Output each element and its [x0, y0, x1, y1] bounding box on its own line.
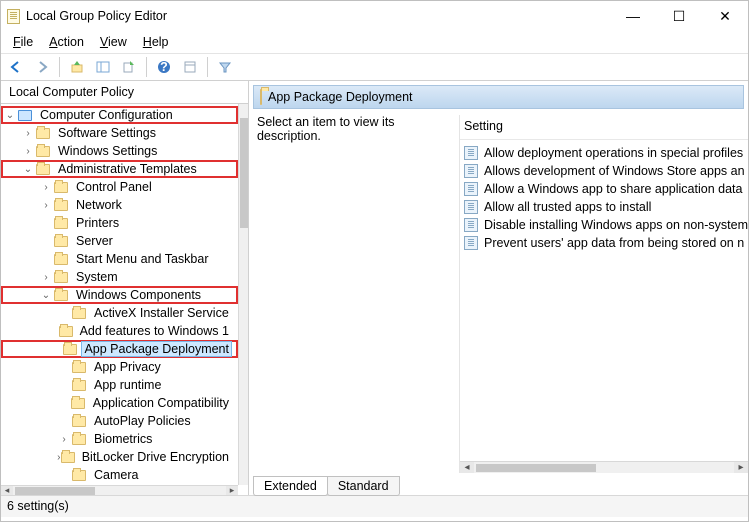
list-horizontal-scrollbar[interactable]: ◂▸	[460, 461, 748, 473]
folder-icon	[59, 324, 73, 338]
details-title: App Package Deployment	[268, 90, 413, 104]
folder-icon	[260, 90, 262, 104]
tab-extended[interactable]: Extended	[253, 476, 328, 496]
tree[interactable]: Computer Configuration Software Settings…	[1, 104, 238, 485]
properties-button[interactable]	[179, 56, 201, 78]
node-bitlocker[interactable]: BitLocker Drive Encryption	[79, 449, 232, 465]
folder-icon	[71, 432, 87, 446]
status-bar: 6 setting(s)	[1, 495, 748, 517]
node-software-settings[interactable]: Software Settings	[55, 125, 159, 141]
folder-icon	[71, 378, 87, 392]
node-autoplay-policies[interactable]: AutoPlay Policies	[91, 413, 194, 429]
back-button[interactable]	[5, 56, 27, 78]
setting-item[interactable]: Prevent users' app data from being store…	[460, 234, 748, 252]
folder-icon	[71, 414, 87, 428]
close-button[interactable]: ✕	[702, 1, 748, 31]
folder-icon	[71, 306, 87, 320]
tree-vertical-scrollbar[interactable]	[238, 104, 248, 485]
node-server[interactable]: Server	[73, 233, 116, 249]
window-controls: — ☐ ✕	[610, 1, 748, 31]
column-header-setting[interactable]: Setting	[460, 115, 748, 140]
folder-icon	[53, 252, 69, 266]
node-control-panel[interactable]: Control Panel	[73, 179, 155, 195]
menu-action[interactable]: Action	[43, 33, 90, 51]
menu-view[interactable]: View	[94, 33, 133, 51]
tree-root-label: Local Computer Policy	[1, 81, 248, 104]
node-windows-settings[interactable]: Windows Settings	[55, 143, 160, 159]
node-add-features[interactable]: Add features to Windows 1	[77, 323, 232, 339]
app-icon	[7, 9, 20, 24]
folder-icon	[63, 342, 77, 356]
policy-icon	[464, 200, 478, 214]
folder-icon	[53, 234, 69, 248]
node-app-runtime[interactable]: App runtime	[91, 377, 164, 393]
node-administrative-templates[interactable]: Administrative Templates	[55, 161, 200, 177]
node-windows-components[interactable]: Windows Components	[73, 287, 204, 303]
policy-icon	[464, 236, 478, 250]
policy-icon	[464, 218, 478, 232]
svg-text:?: ?	[160, 60, 168, 74]
node-system[interactable]: System	[73, 269, 121, 285]
description-prompt: Select an item to view its description.	[257, 115, 451, 143]
policy-icon	[464, 164, 478, 178]
folder-icon	[35, 126, 51, 140]
maximize-button[interactable]: ☐	[656, 1, 702, 31]
view-tabs: Extended Standard	[249, 473, 748, 495]
folder-icon	[35, 144, 51, 158]
folder-icon	[71, 360, 87, 374]
folder-icon	[53, 270, 69, 284]
setting-item[interactable]: Allow a Windows app to share application…	[460, 180, 748, 198]
folder-icon	[53, 288, 69, 302]
folder-icon	[35, 162, 51, 176]
settings-list[interactable]: Setting Allow deployment operations in s…	[459, 115, 748, 473]
folder-icon	[53, 180, 69, 194]
details-pane: App Package Deployment Select an item to…	[249, 81, 748, 495]
status-text: 6 setting(s)	[7, 499, 69, 513]
node-camera[interactable]: Camera	[91, 467, 141, 483]
setting-item[interactable]: Allows development of Windows Store apps…	[460, 162, 748, 180]
folder-icon	[61, 450, 75, 464]
minimize-button[interactable]: —	[610, 1, 656, 31]
folder-icon	[71, 468, 87, 482]
window-title: Local Group Policy Editor	[26, 9, 610, 23]
folder-icon	[70, 396, 85, 410]
title-bar: Local Group Policy Editor — ☐ ✕	[1, 1, 748, 31]
computer-icon	[17, 108, 33, 122]
node-application-compatibility[interactable]: Application Compatibility	[90, 395, 232, 411]
up-button[interactable]	[66, 56, 88, 78]
show-hide-tree-button[interactable]	[92, 56, 114, 78]
tab-standard[interactable]: Standard	[327, 476, 400, 496]
toolbar: ?	[1, 53, 748, 81]
menu-help[interactable]: Help	[137, 33, 175, 51]
help-button[interactable]: ?	[153, 56, 175, 78]
filter-button[interactable]	[214, 56, 236, 78]
node-app-privacy[interactable]: App Privacy	[91, 359, 164, 375]
policy-icon	[464, 146, 478, 160]
menu-bar: File Action View Help	[1, 31, 748, 53]
setting-item[interactable]: Disable installing Windows apps on non-s…	[460, 216, 748, 234]
tree-pane: Local Computer Policy Computer Configura…	[1, 81, 249, 495]
node-biometrics[interactable]: Biometrics	[91, 431, 155, 447]
tree-horizontal-scrollbar[interactable]: ◂▸	[1, 485, 238, 495]
policy-icon	[464, 182, 478, 196]
menu-file[interactable]: File	[7, 33, 39, 51]
folder-icon	[53, 198, 69, 212]
node-activex-installer[interactable]: ActiveX Installer Service	[91, 305, 232, 321]
details-header: App Package Deployment	[253, 85, 744, 109]
setting-item[interactable]: Allow all trusted apps to install	[460, 198, 748, 216]
setting-item[interactable]: Allow deployment operations in special p…	[460, 144, 748, 162]
node-app-package-deployment[interactable]: App Package Deployment	[81, 341, 232, 357]
folder-icon	[53, 216, 69, 230]
forward-button[interactable]	[31, 56, 53, 78]
content-area: Local Computer Policy Computer Configura…	[1, 81, 748, 495]
node-computer-configuration[interactable]: Computer Configuration	[37, 107, 176, 123]
node-network[interactable]: Network	[73, 197, 125, 213]
export-list-button[interactable]	[118, 56, 140, 78]
node-start-menu-taskbar[interactable]: Start Menu and Taskbar	[73, 251, 211, 267]
node-printers[interactable]: Printers	[73, 215, 122, 231]
